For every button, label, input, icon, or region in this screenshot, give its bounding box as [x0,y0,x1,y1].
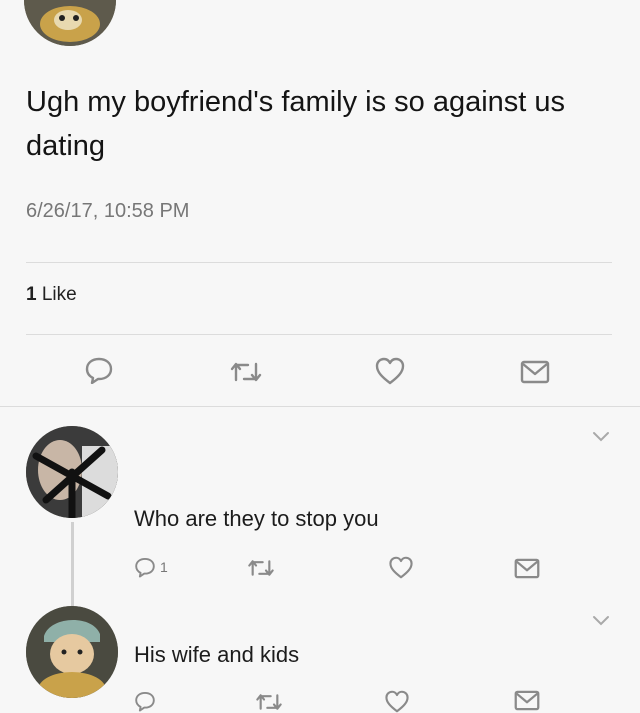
thread-line [71,522,74,606]
heart-icon [389,556,413,579]
divider [0,406,640,407]
reply-icon [135,557,155,578]
retweet-icon [256,694,282,710]
tweet-text: Ugh my boyfriend's family is so against … [26,86,566,162]
retweet-button[interactable] [228,360,264,384]
reply-1-text: Who are they to stop you [134,506,379,531]
message-button[interactable] [520,360,550,384]
envelope-icon [514,558,540,579]
retweet-icon [248,560,274,576]
reply-1-reply-button[interactable]: 1 [134,556,168,578]
envelope-icon [514,690,540,711]
reply-button[interactable] [84,356,114,384]
reply-icon [135,691,155,712]
divider [26,262,612,263]
reply-1-more-button[interactable] [592,430,610,448]
envelope-icon [520,360,550,384]
tweet-timestamp: 6/26/17, 10:58 PM [26,200,190,222]
heart-icon [385,690,409,713]
reply-2-retweet-button[interactable] [254,692,284,712]
reply-2-text: His wife and kids [134,642,300,667]
reply-2-more-button[interactable] [592,614,610,632]
author-avatar[interactable] [24,0,116,46]
reply-2-like-button[interactable] [384,690,410,713]
reply-icon [85,357,113,384]
likes-label: Like [41,284,77,305]
like-button[interactable] [374,357,406,385]
reply-2-avatar[interactable] [26,606,118,698]
chevron-down-icon [593,616,609,626]
reply-2-message-button[interactable] [514,690,540,711]
reply-1-message-button[interactable] [514,558,540,579]
heart-icon [375,357,405,385]
divider [26,334,612,335]
likes-count[interactable]: 1 Like [26,284,77,306]
reply-1-reply-count: 1 [160,559,168,575]
chevron-down-icon [593,432,609,442]
reply-1-like-button[interactable] [388,556,414,579]
reply-1-retweet-button[interactable] [246,558,276,578]
likes-number: 1 [26,284,37,305]
reply-2-reply-button[interactable] [134,690,156,712]
reply-1-avatar[interactable] [26,426,118,518]
retweet-icon [230,362,262,382]
